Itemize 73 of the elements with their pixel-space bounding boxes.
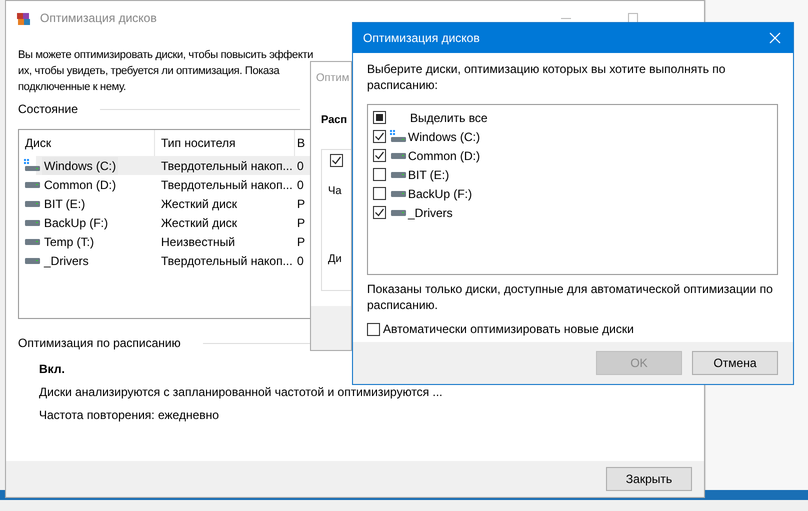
- drive-icon: [390, 152, 406, 158]
- label-text: Ча: [328, 185, 342, 197]
- drive-name: Windows (C:): [42, 156, 118, 174]
- frequency-text: Частота повторения: ежедневно: [39, 407, 219, 423]
- media-type: Неизвестный: [160, 234, 236, 248]
- auto-optimize-label[interactable]: Автоматически оптимизировать новые диски: [383, 322, 634, 336]
- table-cell-text: 0: [296, 178, 305, 192]
- close-button[interactable]: Закрыть: [606, 467, 692, 491]
- schedule-label: Оптимизация по расписанию: [18, 336, 181, 350]
- drive-checkbox[interactable]: [373, 168, 386, 181]
- dialog-button[interactable]: Отмена: [692, 351, 778, 375]
- drive-checkbox[interactable]: [373, 206, 386, 219]
- auto-optimize-checkbox[interactable]: [367, 322, 380, 336]
- media-type: Жесткий диск: [160, 196, 238, 210]
- drive-label[interactable]: Windows (C:): [408, 130, 480, 144]
- system-drive-icon: [390, 130, 406, 143]
- drive-icon: [24, 220, 40, 226]
- drive-row[interactable]: BackUp (F:) Жесткий диск Р: [19, 213, 310, 232]
- drive-icon: [390, 210, 406, 216]
- media-type: Жесткий диск: [160, 216, 238, 230]
- drive-name: Temp (T:): [43, 234, 96, 250]
- intro-text: Вы можете оптимизировать диски, чтобы повысить эффекти: [18, 48, 314, 63]
- drive-checkbox[interactable]: [373, 130, 386, 143]
- column-header[interactable]: Диск: [19, 130, 155, 156]
- section-heading: Расп: [321, 114, 348, 126]
- drive-row[interactable]: _Drivers Твердотельный накоп... 0: [19, 251, 310, 270]
- schedule-state: Вкл.: [39, 361, 65, 377]
- drive-label[interactable]: _Drivers: [408, 206, 453, 220]
- drive-name: BIT (E:): [43, 196, 86, 212]
- drive-label[interactable]: BackUp (F:): [408, 186, 472, 200]
- drive-row[interactable]: BIT (E:) Жесткий диск Р: [19, 194, 310, 213]
- drive-row[interactable]: Temp (T:) Неизвестный Р: [19, 232, 310, 251]
- media-type: Твердотельный накоп...: [160, 254, 294, 268]
- table-cell-text: 0: [296, 254, 305, 268]
- drive-icon: [24, 258, 40, 264]
- select-all-label[interactable]: Выделить все: [410, 110, 488, 124]
- window-title: Оптимизация дисков: [40, 11, 157, 25]
- window-footer: [311, 306, 351, 350]
- drive-name: Common (D:): [43, 176, 118, 194]
- drive-checkbox[interactable]: [373, 149, 386, 162]
- checkbox[interactable]: [330, 154, 343, 167]
- table-cell-text: Р: [296, 234, 306, 248]
- table-cell-text: Р: [296, 216, 306, 230]
- drive-label[interactable]: Common (D:): [408, 148, 480, 162]
- drive-icon: [24, 238, 40, 244]
- label-text: Ди: [328, 253, 342, 265]
- column-header[interactable]: Тип носителя: [155, 130, 295, 156]
- prompt-text: Выберите диски, оптимизацию которых вы хотите выполнять по расписанию:: [367, 61, 726, 93]
- select-all-checkbox[interactable]: [373, 111, 386, 124]
- drive-name: BackUp (F:): [43, 214, 110, 232]
- table-cell-text: Р: [296, 196, 306, 210]
- media-type: Твердотельный накоп...: [160, 178, 294, 192]
- system-drive-icon: [24, 159, 40, 172]
- schedule-description: Диски анализируются с запланированной частотой и оптимизируются ...: [39, 384, 443, 400]
- drive-label[interactable]: BIT (E:): [408, 168, 450, 182]
- column-header[interactable]: В: [295, 130, 309, 156]
- drive-checkbox[interactable]: [373, 187, 386, 200]
- drive-icon: [390, 190, 406, 196]
- close-icon[interactable]: [769, 32, 781, 44]
- drive-icon: [24, 200, 40, 206]
- status-label: Состояние: [18, 102, 78, 116]
- dialog-title: Оптимизация дисков: [363, 31, 480, 45]
- drive-row[interactable]: Common (D:) Твердотельный накоп... 0: [19, 175, 310, 194]
- media-type: Твердотельный накоп...: [160, 158, 294, 172]
- intro-text: подключенные к нему.: [18, 80, 126, 95]
- note-text: Показаны только диски, доступные для автоматической оптимизации по расписанию.: [367, 281, 774, 313]
- drive-icon: [24, 182, 40, 188]
- table-cell-text: 0: [296, 158, 305, 172]
- drive-name: _Drivers: [42, 252, 90, 270]
- intro-text: их, чтобы увидеть, требуется ли оптимизация. Показа: [18, 64, 280, 79]
- window-title: Оптим: [316, 72, 350, 84]
- defrag-app-icon: [16, 10, 32, 26]
- drive-icon: [390, 172, 406, 178]
